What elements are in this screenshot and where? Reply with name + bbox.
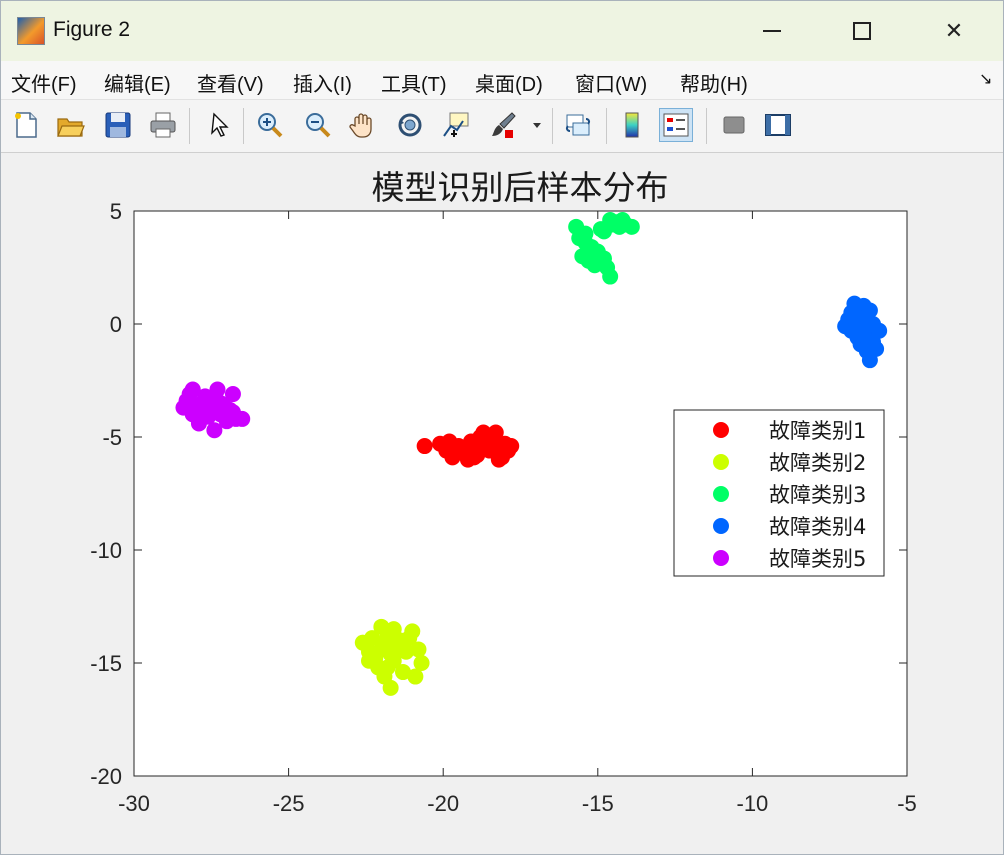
minimize-button[interactable]: [749, 9, 795, 53]
y-tick-label: -15: [90, 651, 122, 676]
print-icon[interactable]: [146, 108, 180, 142]
x-tick-label: -5: [897, 791, 917, 816]
legend-icon[interactable]: [659, 108, 693, 142]
x-tick-label: -30: [118, 791, 150, 816]
show-plot-tools-icon[interactable]: [761, 108, 795, 142]
menu-desktop[interactable]: 桌面(D): [475, 68, 543, 97]
figure-window: Figure 2 ✕ 文件(F) 编辑(E) 查看(V) 插入(I) 工具(T)…: [0, 0, 1004, 855]
data-point-series-4: [855, 327, 872, 344]
pointer-icon[interactable]: [203, 108, 237, 142]
legend-label: 故障类别4: [769, 515, 866, 539]
toolbar-separator: [189, 108, 190, 144]
colorbar-icon[interactable]: [615, 108, 649, 142]
y-tick-label: 5: [110, 199, 122, 224]
data-point-series-3: [595, 223, 612, 240]
menu-edit[interactable]: 编辑(E): [104, 68, 171, 97]
data-point-series-2: [382, 679, 399, 696]
toolbar-separator: [606, 108, 607, 144]
legend-label: 故障类别3: [769, 483, 866, 507]
data-point-series-4: [868, 340, 885, 357]
menu-view[interactable]: 查看(V): [197, 68, 264, 97]
toolbar-separator: [243, 108, 244, 144]
menu-tools[interactable]: 工具(T): [381, 68, 447, 97]
minimize-icon: [763, 30, 781, 32]
legend-marker: [713, 486, 729, 502]
data-point-series-3: [602, 268, 619, 285]
data-point-series-2: [360, 652, 377, 669]
x-tick-label: -10: [737, 791, 769, 816]
data-cursor-icon[interactable]: [439, 108, 473, 142]
save-icon[interactable]: [101, 108, 135, 142]
rotate-3d-icon[interactable]: [393, 108, 427, 142]
y-tick-label: -5: [102, 425, 122, 450]
data-point-series-5: [224, 404, 241, 421]
zoom-in-icon[interactable]: [253, 108, 287, 142]
close-button[interactable]: ✕: [931, 9, 977, 53]
legend-marker: [713, 422, 729, 438]
data-point-series-2: [385, 652, 402, 669]
menu-file[interactable]: 文件(F): [11, 68, 77, 97]
legend-marker: [713, 518, 729, 534]
brush-dropdown-icon[interactable]: [529, 108, 545, 142]
maximize-button[interactable]: [839, 9, 885, 53]
legend-label: 故障类别1: [769, 419, 866, 443]
y-tick-label: 0: [110, 312, 122, 337]
data-point-series-3: [577, 234, 594, 251]
toolbar-separator: [552, 108, 553, 144]
data-point-series-2: [373, 641, 390, 658]
figure-canvas: -30 -25 -20 -15 -10 -5 -20 -15 -10 -5 0 5 模型识别后样本分布…: [1, 153, 1003, 854]
menu-bar: 文件(F) 编辑(E) 查看(V) 插入(I) 工具(T) 桌面(D) 窗口(W…: [1, 61, 1003, 100]
data-point-series-1: [475, 424, 492, 441]
figure-toolbar: [1, 100, 1003, 153]
brush-icon[interactable]: [486, 108, 520, 142]
toolbar-separator: [706, 108, 707, 144]
legend-label: 故障类别5: [769, 547, 866, 571]
matlab-logo-icon: [17, 17, 45, 45]
data-point-series-3: [623, 218, 640, 235]
zoom-out-icon[interactable]: [301, 108, 335, 142]
title-bar[interactable]: Figure 2 ✕: [1, 1, 1003, 61]
link-plot-icon[interactable]: [561, 108, 595, 142]
data-point-series-4: [861, 302, 878, 319]
data-point-series-5: [209, 381, 226, 398]
open-file-icon[interactable]: [53, 108, 87, 142]
hide-plot-tools-icon[interactable]: [717, 108, 751, 142]
data-point-series-4: [846, 306, 863, 323]
x-tick-label: -25: [273, 791, 305, 816]
legend-label: 故障类别2: [769, 451, 866, 475]
data-point-series-1: [490, 451, 507, 468]
data-point-series-2: [413, 655, 430, 671]
data-point-series-1: [478, 440, 495, 457]
y-tick-label: -10: [90, 538, 122, 563]
legend-marker: [713, 454, 729, 470]
dock-figure-icon[interactable]: ↘: [979, 69, 992, 88]
data-point-series-1: [503, 438, 520, 455]
data-point-series-2: [404, 623, 421, 640]
data-point-series-2: [410, 641, 427, 658]
x-tick-label: -20: [427, 791, 459, 816]
data-point-series-1: [441, 433, 458, 450]
close-icon: ✕: [944, 18, 964, 44]
window-title: Figure 2: [53, 18, 131, 41]
legend-marker: [713, 550, 729, 566]
scatter-plot[interactable]: -30 -25 -20 -15 -10 -5 -20 -15 -10 -5 0 5 模型识别后样本分布…: [1, 153, 1003, 854]
menu-insert[interactable]: 插入(I): [293, 68, 352, 97]
y-tick-label: -20: [90, 764, 122, 789]
legend[interactable]: 故障类别1 故障类别2 故障类别3 故障类别4 故障类别5: [673, 409, 885, 577]
x-tick-label: -15: [582, 791, 614, 816]
new-figure-icon[interactable]: [9, 108, 43, 142]
data-point-series-4: [871, 322, 888, 339]
menu-window[interactable]: 窗口(W): [575, 68, 647, 97]
menu-help[interactable]: 帮助(H): [680, 68, 748, 97]
pan-icon[interactable]: [346, 108, 380, 142]
chart-title: 模型识别后样本分布: [372, 168, 669, 207]
data-point-series-3: [589, 254, 606, 271]
data-point-series-5: [190, 397, 207, 414]
maximize-icon: [853, 22, 871, 40]
data-point-series-1: [416, 438, 433, 455]
